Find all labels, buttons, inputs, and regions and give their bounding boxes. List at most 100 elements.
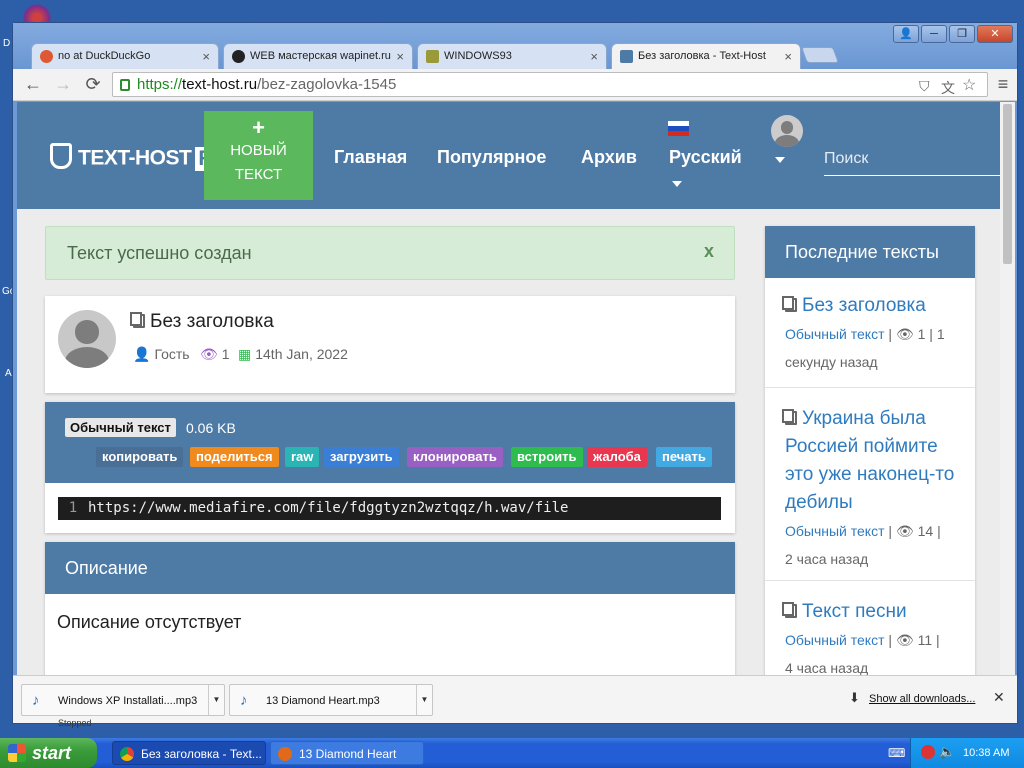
copy-docs-icon [782,602,797,618]
start-label: start [32,743,72,763]
search-input[interactable] [824,142,1000,176]
code-line: https://www.mediafire.com/file/fdggtyzn2… [88,500,569,516]
code-panel-header: Обычный текст 0.06 KB копировать поделит… [45,402,735,483]
user-icon: 👤 [133,346,151,362]
star-icon[interactable]: ☆ [962,75,976,95]
report-button[interactable]: жалоба [587,447,647,467]
desktop-label-fragment: A [5,368,12,379]
translate-icon[interactable]: 文 [941,78,955,98]
download-arrow-icon: ⬇ [849,690,860,705]
recent-text-link[interactable]: Текст песни [782,598,955,626]
show-all-downloads-link[interactable]: Show all downloads... [869,693,975,705]
author-avatar [58,310,116,368]
nav-archive[interactable]: Архив [581,147,637,168]
recent-text-type[interactable]: Обычный текст [785,523,885,539]
recent-text-time-line: 2 часа назад [785,551,869,567]
nav-home[interactable]: Главная [334,147,407,168]
address-bar[interactable]: https://text-host.ru/bez-zagolovka-1545 … [112,72,988,97]
media-player-icon [278,747,292,761]
avatar-head [780,120,794,134]
close-icon[interactable]: × [784,49,792,64]
raw-button[interactable]: raw [285,447,320,467]
close-window-button[interactable]: ✕ [977,25,1013,43]
downloads-bar: ♪ Windows XP Installati....mp3 ▼ ♪ 13 Di… [13,675,1017,723]
taskbar-item-browser[interactable]: Без заголовка - Text... [112,741,266,765]
vertical-scrollbar[interactable] [1000,102,1015,683]
menu-button[interactable]: ≡ [991,74,1015,95]
shield-icon[interactable]: ⛉ [919,78,930,95]
nav-language[interactable]: Русский [669,147,742,168]
alert-close-button[interactable]: x [704,241,714,262]
forward-button[interactable]: → [51,74,75,95]
description-panel: Описание Описание отсутствует [45,542,735,683]
reload-button[interactable]: ⟳ [81,74,105,95]
speaker-icon[interactable]: 🔈 [939,744,955,760]
clock: 10:38 AM [963,747,1010,759]
copy-docs-icon [782,296,797,312]
recent-text-type[interactable]: Обычный текст [785,326,885,342]
taskbar-item-player[interactable]: 13 Diamond Heart [270,741,424,765]
back-button[interactable]: ← [21,74,45,95]
tab-text-host[interactable]: Без заголовка - Text-Host × [611,43,801,69]
new-text-button[interactable]: + НОВЫЙ ТЕКСТ [204,111,313,200]
close-downloads-button[interactable]: ✕ [993,689,1005,706]
recent-text-link[interactable]: Без заголовка [782,292,955,320]
recent-text-link[interactable]: Украина была Россией поймите это уже нак… [782,405,955,517]
wapinet-icon [232,50,245,63]
eye-icon: 👁 [895,632,914,648]
audio-file-icon: ♪ [32,692,40,709]
tab-wapinet[interactable]: WEB мастерская wapinet.ru × [223,43,413,69]
recent-text-title: Без заголовка [802,295,926,316]
security-icon[interactable] [921,745,935,759]
recent-text-meta: Обычный текст | 👁 14 | 2 часа назад [785,517,955,573]
list-item: Без заголовка Обычный текст | 👁 1 | 1 се… [765,284,975,388]
recent-text-meta: Обычный текст | 👁 1 | 1 секунду назад [785,320,955,376]
start-button[interactable]: start [0,738,97,768]
task-label: 13 Diamond Heart [299,747,397,761]
download-item[interactable]: ♪ Windows XP Installati....mp3 ▼ [21,684,225,716]
taskbar: start Без заголовка - Text... 13 Diamond… [0,738,1024,768]
user-avatar[interactable] [771,115,803,147]
sidebar-heading: Последние тексты [765,226,975,278]
alert-text: Текст успешно создан [67,243,252,263]
chrome-icon [120,747,134,761]
download-menu-caret[interactable]: ▼ [208,685,224,715]
close-icon[interactable]: × [202,49,210,64]
download-item[interactable]: ♪ 13 Diamond Heart.mp3 ▼ [229,684,433,716]
calendar-icon: ▦ [238,346,252,362]
nav-popular[interactable]: Популярное [437,147,546,168]
recent-texts-sidebar: Последние тексты Без заголовка Обычный т… [765,226,975,683]
audio-file-icon: ♪ [240,692,248,709]
download-filename: 13 Diamond Heart.mp3 [266,695,380,707]
copy-docs-icon [130,312,145,328]
text-size: 0.06 KB [186,420,236,436]
download-button[interactable]: загрузить [324,447,399,467]
code-block[interactable]: 1 https://www.mediafire.com/file/fdggtyzn… [58,497,721,520]
eye-icon: 👁 [200,346,218,362]
copy-button[interactable]: копировать [96,447,184,467]
print-button[interactable]: печать [656,447,712,467]
user-caret-icon[interactable] [775,157,785,163]
recent-text-type[interactable]: Обычный текст [785,632,885,648]
clone-button[interactable]: клонировать [407,447,503,467]
lock-icon [120,79,130,91]
post-title-text: Без заголовка [150,311,274,332]
profile-button[interactable]: 👤 [893,25,919,43]
maximize-button[interactable]: ❐ [949,25,975,43]
close-icon[interactable]: × [396,49,404,64]
share-button[interactable]: поделиться [190,447,279,467]
tab-duckduckgo[interactable]: no at DuckDuckGo × [31,43,219,69]
keyboard-icon[interactable]: ⌨ [888,746,905,760]
recent-text-meta: Обычный текст | 👁 11 | 4 часа назад [785,626,955,682]
avatar-head [75,320,99,344]
tab-strip: no at DuckDuckGo × WEB мастерская wapine… [13,23,1017,69]
close-icon[interactable]: × [590,49,598,64]
russian-flag-icon [668,121,689,136]
download-menu-caret[interactable]: ▼ [416,685,432,715]
embed-button[interactable]: встроить [511,447,583,467]
new-tab-button[interactable] [801,47,839,63]
tab-windows93[interactable]: WINDOWS93 × [417,43,607,69]
description-text: Описание отсутствует [57,612,242,632]
scrollbar-thumb[interactable] [1003,104,1012,264]
minimize-button[interactable]: ─ [921,25,947,43]
